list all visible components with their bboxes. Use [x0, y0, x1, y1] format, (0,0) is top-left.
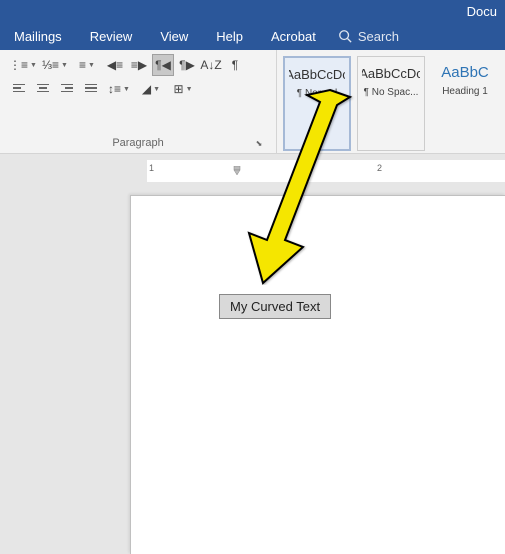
- document-page[interactable]: My Curved Text: [130, 195, 505, 554]
- selected-text-box[interactable]: My Curved Text: [219, 294, 331, 319]
- multilevel-list-button[interactable]: ≡▼: [72, 54, 102, 76]
- shading-icon: ◢: [142, 82, 151, 96]
- justify-icon: [85, 84, 97, 95]
- decrease-indent-button[interactable]: ◀≡: [104, 54, 126, 76]
- sort-icon: A↓Z: [200, 58, 221, 72]
- rtl-text-button[interactable]: ¶▶: [176, 54, 198, 76]
- pilcrow-icon: ¶: [232, 58, 238, 72]
- paragraph-group-label: Paragraph: [112, 137, 163, 149]
- multilevel-icon: ≡: [79, 58, 86, 72]
- tab-review[interactable]: Review: [76, 23, 147, 50]
- style-preview: AaBbC: [435, 62, 495, 82]
- tab-acrobat[interactable]: Acrobat: [257, 23, 330, 50]
- style-preview: AaBbCcDc: [362, 63, 420, 83]
- search-label: Search: [358, 29, 399, 44]
- align-left-icon: [13, 84, 25, 95]
- style-normal[interactable]: AaBbCcDc ¶ Normal: [283, 56, 351, 151]
- chevron-down-icon: ▼: [88, 62, 95, 69]
- align-center-icon: [37, 84, 49, 95]
- align-center-button[interactable]: [32, 78, 54, 100]
- chevron-down-icon: ▼: [186, 86, 193, 93]
- chevron-down-icon: ▼: [153, 86, 160, 93]
- document-title: Docu: [467, 4, 497, 19]
- ltr-icon: ¶◀: [155, 58, 171, 72]
- chevron-down-icon: ▼: [30, 62, 37, 69]
- tab-mailings[interactable]: Mailings: [0, 23, 76, 50]
- search-box[interactable]: Search: [338, 29, 399, 44]
- line-spacing-icon: ↕≡: [108, 82, 121, 96]
- style-name-label: ¶ No Spac...: [362, 87, 420, 98]
- borders-button[interactable]: ⊞▼: [168, 78, 198, 100]
- justify-button[interactable]: [80, 78, 102, 100]
- line-spacing-button[interactable]: ↕≡▼: [104, 78, 134, 100]
- decrease-indent-icon: ◀≡: [107, 58, 123, 72]
- bullets-button[interactable]: ⋮≡▼: [8, 54, 38, 76]
- chevron-down-icon: ▼: [123, 86, 130, 93]
- borders-icon: ⊞: [174, 82, 184, 96]
- shading-button[interactable]: ◢▼: [136, 78, 166, 100]
- ruler-mark: 1: [149, 163, 154, 173]
- style-heading1[interactable]: AaBbC Heading 1: [431, 56, 499, 151]
- numbering-icon: ⅓≡: [42, 58, 59, 72]
- align-left-button[interactable]: [8, 78, 30, 100]
- increase-indent-button[interactable]: ≡▶: [128, 54, 150, 76]
- style-name-label: ¶ Normal: [289, 88, 345, 99]
- align-right-button[interactable]: [56, 78, 78, 100]
- style-preview: AaBbCcDc: [289, 64, 345, 84]
- style-name-label: Heading 1: [435, 86, 495, 97]
- horizontal-ruler[interactable]: 1 2: [135, 160, 505, 182]
- paragraph-dialog-launcher[interactable]: ⬊: [254, 139, 264, 149]
- tab-view[interactable]: View: [146, 23, 202, 50]
- indent-marker-icon[interactable]: [232, 166, 242, 176]
- tab-help[interactable]: Help: [202, 23, 257, 50]
- align-right-icon: [61, 84, 73, 95]
- ltr-text-button[interactable]: ¶◀: [152, 54, 174, 76]
- selected-text: My Curved Text: [230, 299, 320, 314]
- increase-indent-icon: ≡▶: [131, 58, 147, 72]
- bullets-icon: ⋮≡: [9, 58, 28, 72]
- ruler-mark: 2: [377, 163, 382, 173]
- search-icon: [338, 29, 352, 43]
- style-no-spacing[interactable]: AaBbCcDc ¶ No Spac...: [357, 56, 425, 151]
- numbering-button[interactable]: ⅓≡▼: [40, 54, 70, 76]
- sort-button[interactable]: A↓Z: [200, 54, 222, 76]
- chevron-down-icon: ▼: [61, 62, 68, 69]
- rtl-icon: ¶▶: [179, 58, 195, 72]
- show-marks-button[interactable]: ¶: [224, 54, 246, 76]
